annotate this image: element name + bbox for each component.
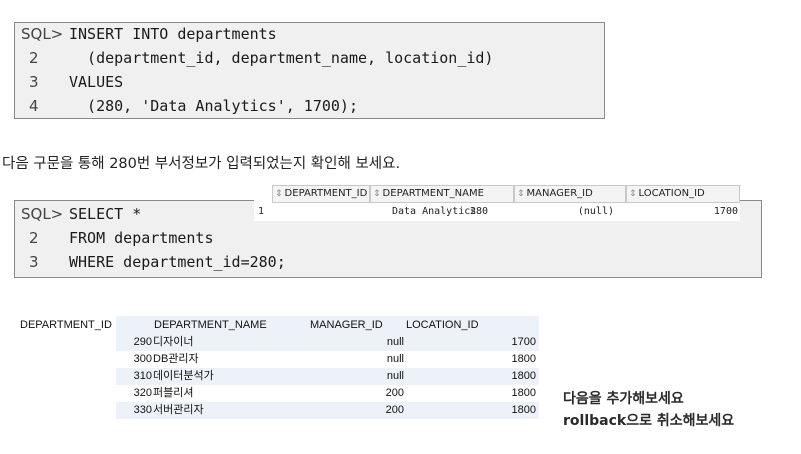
table-cell: 200 [385,404,404,416]
code-text: WHERE department_id=280; [69,253,286,271]
table-cell: 1800 [511,387,536,399]
table-cell: 1800 [511,404,536,416]
table-column-header: LOCATION_ID [406,319,479,331]
code-text: (280, 'Data Analytics', 1700); [69,97,358,115]
result-cell[interactable]: (null) [514,205,614,219]
line-number: 2 [29,49,39,67]
table-column-header: DEPARTMENT_NAME [154,319,267,331]
table-cell: null [386,370,404,382]
sql-insert-code-block: SQL> INSERT INTO departments 2 (departmen… [14,22,605,119]
column-header-label: MANAGER_ID [526,188,593,199]
table-cell: 200 [385,387,404,399]
query-result-grid: ⇕ DEPARTMENT_ID ⇕ DEPARTMENT_NAME ⇕ MANAGER… [254,185,740,221]
table-cell: 서버관리자 [153,404,204,416]
table-row: 310 데이터분석가 null 1800 [116,368,539,385]
code-line: 2 FROM departments [21,229,214,247]
table-cell: 290 [133,336,152,348]
table-column-header: MANAGER_ID [310,319,383,331]
note-add-rows: 다음을 추가해보세요 [563,391,684,407]
code-line: SQL> INSERT INTO departments [21,25,277,43]
table-cell: 디자이너 [153,336,194,348]
line-number: 2 [29,229,39,247]
code-text: SELECT * [69,205,142,223]
sort-icon[interactable]: ⇕ [629,189,637,199]
column-header[interactable]: ⇕ DEPARTMENT_NAME [370,185,514,203]
instruction-caption: 다음 구문을 통해 280번 부서정보가 입력되었는지 확인해 보세요. [2,156,401,172]
table-cell: 310 [133,370,152,382]
code-text: INSERT INTO departments [69,25,277,43]
table-cell: 1800 [511,353,536,365]
code-text: VALUES [69,73,124,91]
table-cell: 1700 [511,336,536,348]
table-cell: null [386,353,404,365]
sql-prompt: SQL> [21,205,64,223]
sort-icon[interactable]: ⇕ [275,189,283,199]
code-line: 2 (department_id, department_name, locat… [21,49,493,67]
table-column-header: DEPARTMENT_ID [20,319,112,331]
code-text: FROM departments [69,229,214,247]
line-number: 3 [29,73,39,91]
table-row: 300 DB관리자 null 1800 [116,351,539,368]
table-cell: DB관리자 [153,353,199,365]
column-header-label: LOCATION_ID [638,188,705,199]
table-cell: 330 [133,404,152,416]
row-number: 1 [258,206,265,217]
table-row: 330 서버관리자 200 1800 [116,402,539,419]
column-header[interactable]: ⇕ MANAGER_ID [514,185,626,203]
code-text: (department_id, department_name, locatio… [69,49,494,67]
line-number: 3 [29,253,39,271]
column-header[interactable]: ⇕ LOCATION_ID [626,185,740,203]
table-cell: 퍼블리셔 [153,387,194,399]
table-cell: 320 [133,387,152,399]
table-cell: 데이터분석가 [153,370,214,382]
code-line: 4 (280, 'Data Analytics', 1700); [21,97,358,115]
table-row: 320 퍼블리셔 200 1800 [116,385,539,402]
column-header-label: DEPARTMENT_ID [284,188,368,199]
code-line: 3 WHERE department_id=280; [21,253,286,271]
result-cell[interactable]: 1700 [626,205,738,219]
code-line: SQL> SELECT * [21,205,141,223]
table-cell: null [386,336,404,348]
sql-prompt: SQL> [21,25,64,43]
code-line: 3 VALUES [21,73,123,91]
sort-icon[interactable]: ⇕ [373,189,381,199]
table-cell: 1800 [511,370,536,382]
column-header[interactable]: ⇕ DEPARTMENT_ID [272,185,370,203]
result-cell[interactable]: Data Analytics [392,205,476,219]
column-header-label: DEPARTMENT_NAME [382,188,484,199]
sort-icon[interactable]: ⇕ [517,189,525,199]
table-cell: 300 [133,353,152,365]
table-row: 290 디자이너 null 1700 [116,334,539,351]
line-number: 4 [29,97,39,115]
note-rollback: rollback으로 취소해보세요 [563,413,735,429]
